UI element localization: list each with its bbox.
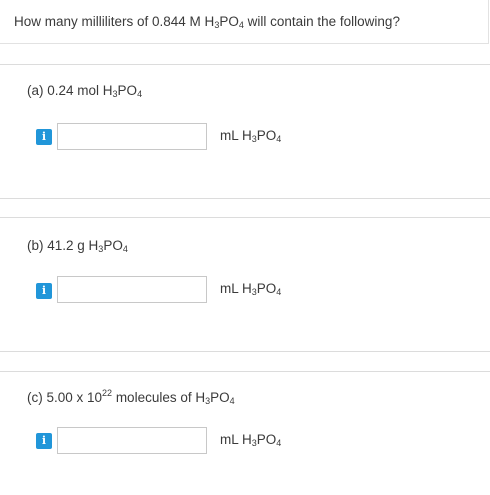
part-b: (b) 41.2 g H3PO4 i mL H3PO4 — [0, 217, 490, 352]
part-b-label: (b) 41.2 g H3PO4 — [27, 238, 128, 254]
part-c-label: (c) 5.00 x 1022 molecules of H3PO4 — [27, 388, 235, 406]
part-c-answer-input[interactable] — [57, 427, 207, 454]
part-b-unit-label: mL H3PO4 — [220, 281, 282, 297]
part-a-unit-label: mL H3PO4 — [220, 128, 282, 144]
info-icon[interactable]: i — [36, 129, 52, 145]
part-a: (a) 0.24 mol H3PO4 i mL H3PO4 — [0, 64, 490, 199]
part-c: (c) 5.00 x 1022 molecules of H3PO4 i mL … — [0, 371, 490, 495]
part-a-label: (a) 0.24 mol H3PO4 — [27, 83, 143, 99]
part-a-answer-input[interactable] — [57, 123, 207, 150]
question-text: How many milliliters of 0.844 M H3PO4 wi… — [14, 14, 400, 30]
part-b-answer-input[interactable] — [57, 276, 207, 303]
question-header: How many milliliters of 0.844 M H3PO4 wi… — [0, 0, 489, 44]
info-icon[interactable]: i — [36, 283, 52, 299]
part-c-unit-label: mL H3PO4 — [220, 432, 282, 448]
info-icon[interactable]: i — [36, 433, 52, 449]
